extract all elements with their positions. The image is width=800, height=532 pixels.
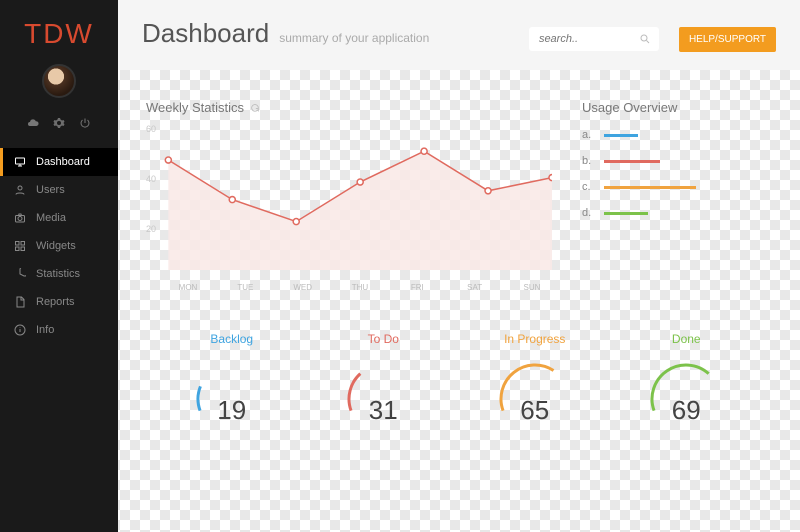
weekly-title: Weekly Statistics — [146, 100, 552, 115]
nav-label: Statistics — [36, 268, 80, 280]
gauge-in-progress: In Progress65 — [475, 332, 595, 426]
header: Dashboard summary of your application HE… — [118, 0, 800, 70]
file-icon — [14, 296, 26, 308]
content: Weekly Statistics 204060 MONTUEWEDTHUFRIS… — [118, 70, 800, 532]
sidebar-item-reports[interactable]: Reports — [0, 288, 118, 316]
info-icon — [14, 324, 26, 336]
weekly-chart: 204060 — [146, 129, 552, 279]
search-wrap — [529, 27, 659, 51]
gauge-done: Done69 — [626, 332, 746, 426]
main: Dashboard summary of your application HE… — [118, 0, 800, 532]
nav-label: Users — [36, 184, 65, 196]
nav: Dashboard Users Media Widgets Statistics Repo… — [0, 148, 118, 344]
usage-title: Usage Overview — [582, 100, 772, 115]
usage-bar — [604, 134, 638, 137]
power-icon[interactable] — [79, 116, 91, 134]
nav-label: Reports — [36, 296, 75, 308]
usage-label: c. — [582, 181, 596, 193]
sidebar: TDW Dashboard Users Media Widgets Statistics… — [0, 0, 118, 532]
nav-label: Info — [36, 324, 54, 336]
sidebar-item-media[interactable]: Media — [0, 204, 118, 232]
grid-icon — [14, 240, 26, 252]
monitor-icon — [14, 156, 26, 168]
user-icon — [14, 184, 26, 196]
nav-label: Widgets — [36, 240, 76, 252]
gauge-title: Done — [626, 332, 746, 346]
sidebar-item-info[interactable]: Info — [0, 316, 118, 344]
camera-icon — [14, 212, 26, 224]
usage-row: d. — [582, 207, 772, 219]
top-icons — [0, 110, 118, 148]
gauge-title: Backlog — [172, 332, 292, 346]
x-axis-labels: MONTUEWEDTHUFRISATSUN — [146, 283, 552, 292]
usage-row: c. — [582, 181, 772, 193]
gauge-title: In Progress — [475, 332, 595, 346]
nav-label: Dashboard — [36, 156, 90, 168]
gauge-to-do: To Do31 — [323, 332, 443, 426]
gear-icon[interactable] — [53, 116, 65, 134]
gauge-title: To Do — [323, 332, 443, 346]
gauge-backlog: Backlog19 — [172, 332, 292, 426]
usage-bar — [604, 212, 648, 215]
avatar[interactable] — [42, 64, 76, 98]
refresh-icon[interactable] — [250, 103, 260, 113]
usage-row: b. — [582, 155, 772, 167]
page-subtitle: summary of your application — [279, 31, 519, 45]
cloud-icon[interactable] — [27, 116, 39, 134]
help-button[interactable]: HELP/SUPPORT — [679, 27, 776, 52]
usage-row: a. — [582, 129, 772, 141]
sidebar-item-dashboard[interactable]: Dashboard — [0, 148, 118, 176]
usage-panel: Usage Overview a. b. c. d. — [582, 100, 772, 292]
page-title: Dashboard — [142, 18, 269, 49]
usage-label: b. — [582, 155, 596, 167]
gauges-row: Backlog19 To Do31 In Progress65 Done69 — [146, 332, 772, 426]
usage-label: a. — [582, 129, 596, 141]
weekly-stats-panel: Weekly Statistics 204060 MONTUEWEDTHUFRIS… — [146, 100, 552, 292]
sidebar-item-users[interactable]: Users — [0, 176, 118, 204]
sidebar-item-widgets[interactable]: Widgets — [0, 232, 118, 260]
sidebar-item-statistics[interactable]: Statistics — [0, 260, 118, 288]
usage-bar — [604, 160, 660, 163]
pie-icon — [14, 268, 26, 280]
search-icon — [639, 33, 651, 45]
usage-bar — [604, 186, 696, 189]
nav-label: Media — [36, 212, 66, 224]
usage-label: d. — [582, 207, 596, 219]
logo: TDW — [0, 0, 118, 60]
